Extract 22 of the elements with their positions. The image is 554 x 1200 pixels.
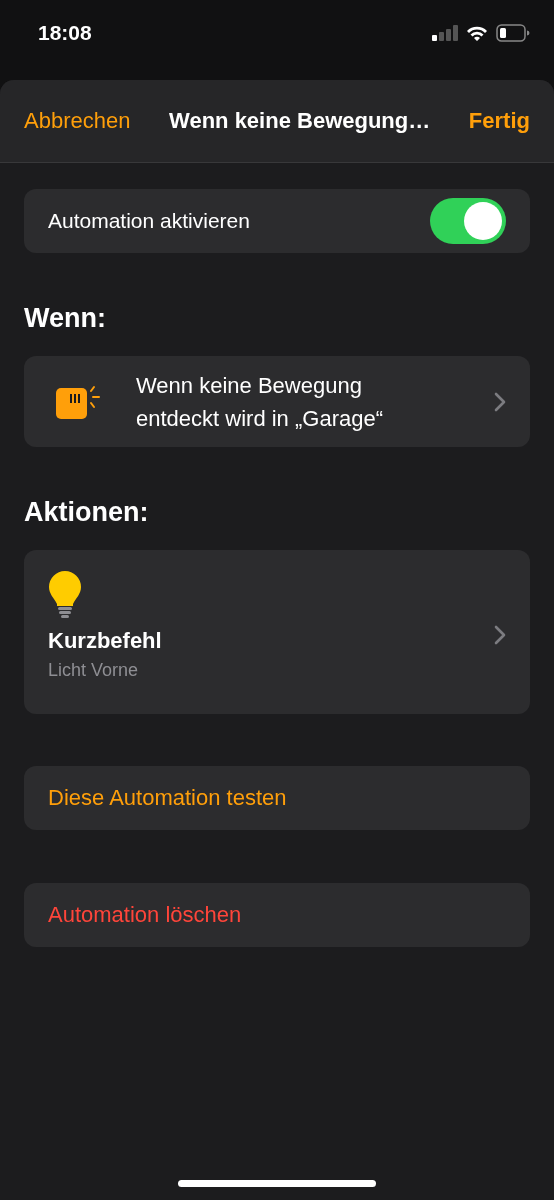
trigger-text: Wenn keine Bewegung entdeckt wird in „Garage“	[136, 371, 384, 433]
wifi-icon	[466, 24, 488, 42]
trigger-row[interactable]: Wenn keine Bewegung entdeckt wird in „Garage“	[24, 356, 530, 447]
toggle-switch[interactable]	[430, 198, 506, 244]
section-heading: Aktionen:	[24, 497, 150, 528]
test-automation-button[interactable]: Diese Automation testen	[24, 766, 530, 830]
status-time: 18:08	[38, 21, 92, 45]
done-button[interactable]: Fertig	[468, 108, 530, 134]
cancel-button[interactable]: Abbrechen	[24, 108, 131, 134]
action-subtitle: Licht Vorne	[48, 660, 139, 681]
chevron-icon	[494, 625, 506, 645]
delete-automation-button[interactable]: Automation löschen	[24, 883, 530, 947]
signal-icon	[432, 25, 458, 41]
action-title: Kurzbefehl	[48, 628, 162, 654]
toggle-label: Automation aktivieren	[48, 209, 250, 233]
screen-title: Wenn keine Bewegung…	[169, 108, 431, 134]
action-row[interactable]: Kurzbefehl Licht Vorne	[24, 550, 530, 714]
section-heading: Wenn:	[24, 303, 107, 334]
motion-sensor-icon	[56, 384, 102, 419]
battery-icon	[496, 24, 530, 42]
chevron-icon	[494, 391, 506, 412]
light-bulb-icon	[48, 570, 82, 618]
